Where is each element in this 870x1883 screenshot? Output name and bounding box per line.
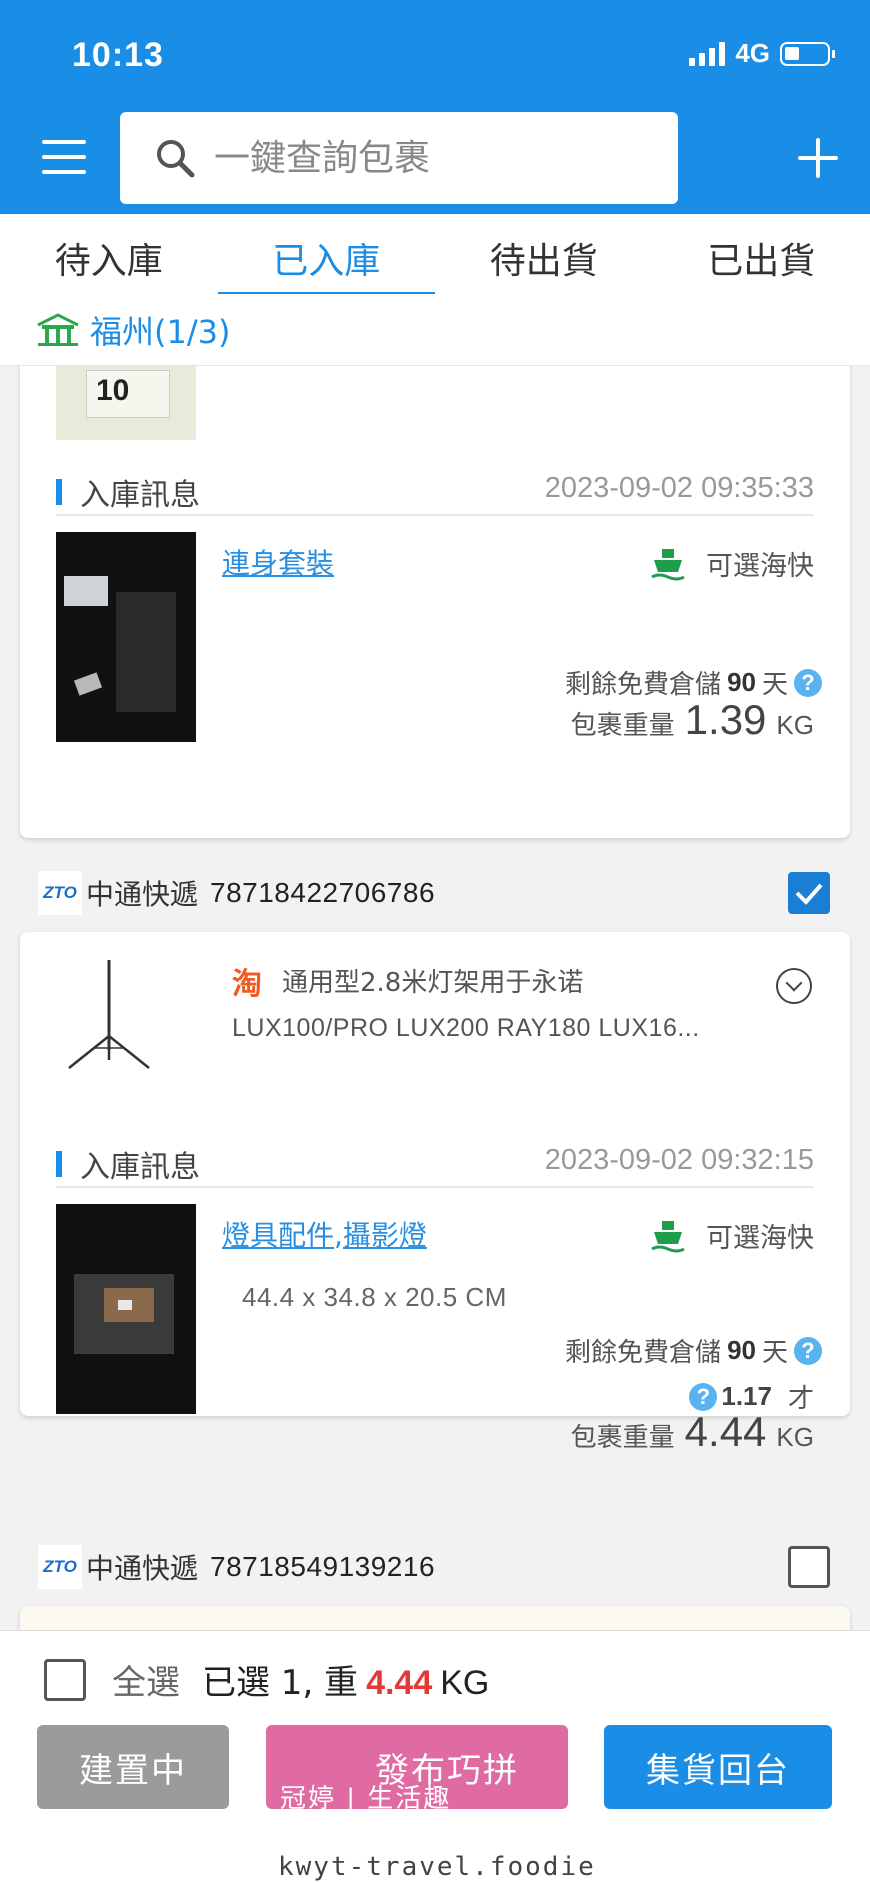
inbound-photo[interactable] bbox=[56, 532, 196, 742]
warehouse-icon bbox=[37, 312, 79, 346]
inbound-section-title: 入庫訊息 bbox=[56, 470, 200, 514]
selection-summary: 已選 1, 重 4.44 KG bbox=[202, 1663, 490, 1703]
status-tabs: 待入庫 已入庫 待出貨 已出貨 bbox=[0, 214, 870, 296]
network-label: 4G bbox=[735, 38, 770, 68]
package-checkbox[interactable] bbox=[788, 1546, 830, 1588]
package-weight: 包裹重量 4.44 KG bbox=[570, 1408, 814, 1455]
watermark-url: kwyt-travel.foodie bbox=[278, 1852, 596, 1882]
battery-icon bbox=[780, 41, 835, 66]
select-all-row: 全選 已選 1, 重 4.44 KG bbox=[44, 1655, 489, 1704]
status-time: 10:13 bbox=[72, 36, 164, 74]
divider bbox=[56, 514, 814, 516]
package-weight: 包裹重量 1.39 KG bbox=[570, 696, 814, 743]
warehouse-selector[interactable]: 福州(1/3) bbox=[0, 294, 870, 366]
carrier-name: 中通快遞 bbox=[86, 1552, 199, 1585]
package-checkbox[interactable] bbox=[788, 872, 830, 914]
search-bar[interactable] bbox=[120, 112, 678, 204]
select-all-label[interactable]: 全選 bbox=[112, 1655, 180, 1704]
package-card bbox=[20, 1606, 850, 1630]
category-link[interactable]: 連身套裝 bbox=[222, 542, 334, 582]
free-storage-remaining: 剩餘免費倉儲 90 天 ? bbox=[565, 1332, 822, 1369]
taobao-icon: 淘 bbox=[232, 966, 262, 1002]
bottom-action-bar: 全選 已選 1, 重 4.44 KG 建置中 發布巧拼 集貨回台 bbox=[0, 1630, 870, 1883]
inbound-time: 2023-09-02 09:35:33 bbox=[544, 472, 814, 504]
watermark-overlay: 冠婷 | 生活趣 bbox=[280, 1784, 452, 1814]
consolidate-button[interactable]: 集貨回台 bbox=[604, 1725, 832, 1809]
tracking-number: 78718549139216 bbox=[210, 1551, 436, 1582]
checkmark-icon bbox=[795, 883, 823, 905]
zto-logo-icon: ZTO bbox=[38, 871, 82, 915]
price-tag: 10 bbox=[96, 374, 130, 407]
help-icon[interactable]: ? bbox=[794, 1336, 822, 1365]
tab-pending-shipment[interactable]: 待出貨 bbox=[435, 214, 653, 294]
inbound-time: 2023-09-02 09:32:15 bbox=[544, 1144, 814, 1176]
app-header: 10:13 4G bbox=[0, 0, 870, 214]
search-icon bbox=[157, 140, 195, 178]
category-link[interactable]: 攝影燈 bbox=[343, 1219, 427, 1252]
building-button[interactable]: 建置中 bbox=[37, 1725, 229, 1809]
tracking-row[interactable]: ZTO 中通快遞 78718549139216 bbox=[0, 1522, 870, 1612]
zto-logo-icon: ZTO bbox=[38, 1545, 82, 1589]
product-thumbnail[interactable] bbox=[64, 960, 154, 1070]
tracking-row[interactable]: ZTO 中通快遞 78718422706786 bbox=[0, 848, 870, 938]
ship-icon bbox=[651, 1220, 685, 1252]
signal-icon bbox=[689, 41, 726, 66]
search-input[interactable] bbox=[214, 137, 594, 179]
inbound-photo[interactable] bbox=[56, 1204, 196, 1414]
add-button[interactable] bbox=[798, 138, 838, 178]
status-indicators: 4G bbox=[689, 38, 835, 69]
shipping-option[interactable]: 可選海快 bbox=[650, 1216, 814, 1255]
product-title[interactable]: 淘 通用型2.8米灯架用于永诺 bbox=[232, 962, 583, 1002]
shipping-option[interactable]: 可選海快 bbox=[650, 544, 814, 583]
ship-icon bbox=[651, 548, 685, 580]
category-links: 燈具配件,攝影燈 bbox=[222, 1219, 427, 1252]
package-card: 10 入庫訊息 2023-09-02 09:35:33 連身套裝 可選海快 剩餘… bbox=[20, 366, 850, 838]
product-subtitle: LUX100/PRO LUX200 RAY180 LUX16... bbox=[232, 1014, 700, 1042]
product-thumbnail[interactable]: 10 bbox=[56, 366, 196, 440]
select-all-checkbox[interactable] bbox=[44, 1658, 86, 1701]
package-list[interactable]: 10 入庫訊息 2023-09-02 09:35:33 連身套裝 可選海快 剩餘… bbox=[0, 366, 870, 1630]
warehouse-label: 福州(1/3) bbox=[90, 312, 231, 351]
tab-inbound[interactable]: 已入庫 bbox=[217, 214, 436, 296]
package-card: 淘 通用型2.8米灯架用于永诺 LUX100/PRO LUX200 RAY180… bbox=[20, 932, 850, 1416]
category-link[interactable]: 燈具配件 bbox=[222, 1219, 334, 1252]
status-bar: 10:13 4G bbox=[0, 0, 870, 110]
divider bbox=[56, 1186, 814, 1188]
expand-chevron-icon[interactable] bbox=[776, 968, 812, 1004]
inbound-section-title: 入庫訊息 bbox=[56, 1142, 200, 1186]
help-icon[interactable]: ? bbox=[794, 668, 822, 697]
tracking-number: 78718422706786 bbox=[210, 877, 436, 908]
tab-shipped[interactable]: 已出貨 bbox=[653, 214, 870, 294]
tab-pending-inbound[interactable]: 待入庫 bbox=[0, 214, 218, 294]
help-icon[interactable]: ? bbox=[689, 1382, 718, 1411]
carrier-name: 中通快遞 bbox=[86, 878, 199, 911]
menu-button[interactable] bbox=[42, 140, 86, 174]
package-dimensions: 44.4 x 34.8 x 20.5 CM bbox=[242, 1282, 507, 1312]
